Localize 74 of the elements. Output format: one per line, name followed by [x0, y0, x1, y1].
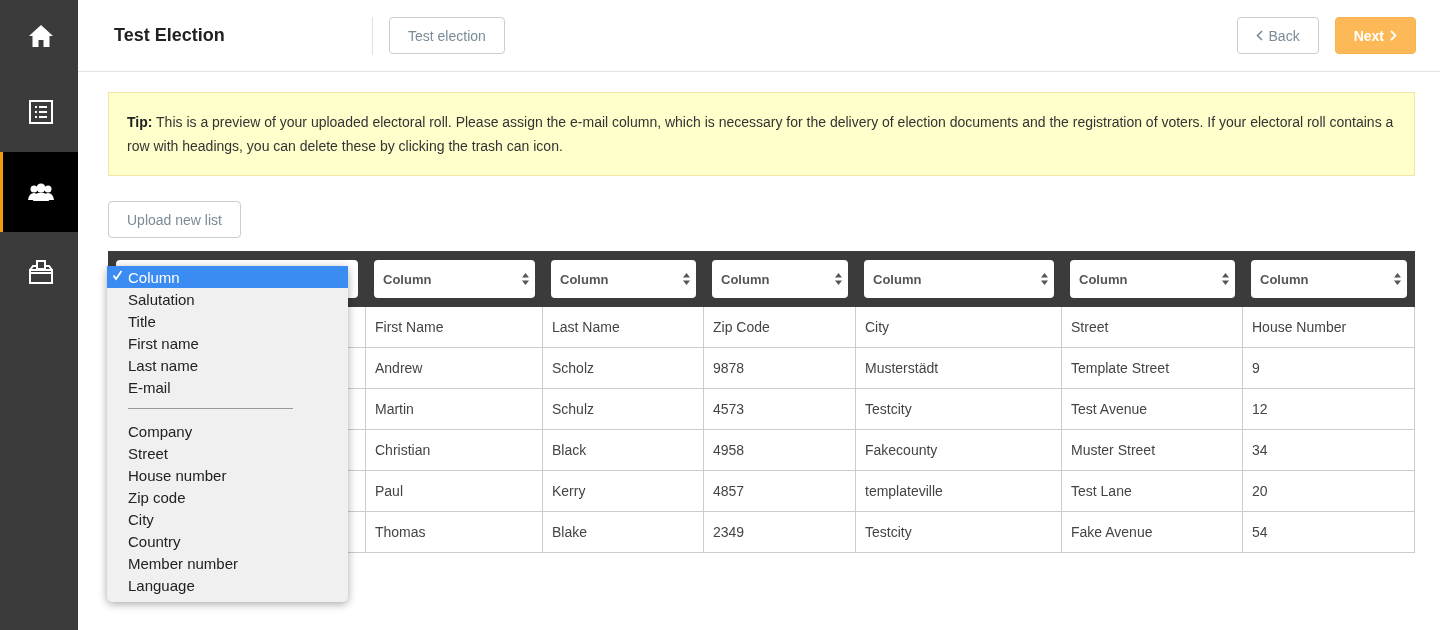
table-cell: Muster Street [1062, 430, 1243, 471]
checkmark-icon [112, 269, 123, 281]
menu-option[interactable]: Country [107, 530, 348, 552]
select-arrows-icon [522, 273, 529, 285]
select-arrows-icon [683, 273, 690, 285]
table-cell: Fakecounty [856, 430, 1062, 471]
column-select[interactable]: Column [1070, 260, 1235, 298]
table-cell: templateville [856, 471, 1062, 512]
menu-option[interactable]: Street [107, 442, 348, 464]
menu-option[interactable]: Salutation [107, 288, 348, 310]
column-select[interactable]: Column [374, 260, 535, 298]
table-cell: Blake [543, 512, 704, 553]
table-cell: Christian [366, 430, 543, 471]
table-cell: Andrew [366, 348, 543, 389]
table-cell: Street [1062, 307, 1243, 348]
chevron-right-icon [1390, 30, 1397, 41]
table-cell: 12 [1243, 389, 1415, 430]
sidebar-item[interactable] [0, 152, 78, 232]
column-select[interactable]: Column [551, 260, 696, 298]
table-cell: Testcity [856, 389, 1062, 430]
table-cell: 4573 [704, 389, 856, 430]
page-title: Test Election [114, 25, 226, 46]
menu-option[interactable]: Last name [107, 354, 348, 376]
table-cell: Zip Code [704, 307, 856, 348]
upload-button[interactable]: Upload new list [108, 201, 241, 238]
menu-option[interactable]: Title [107, 310, 348, 332]
menu-option[interactable]: Company [107, 420, 348, 442]
table-cell: Thomas [366, 512, 543, 553]
table-cell: Schulz [543, 389, 704, 430]
select-arrows-icon [1394, 273, 1401, 285]
table-cell: 34 [1243, 430, 1415, 471]
table-cell: First Name [366, 307, 543, 348]
select-arrows-icon [1041, 273, 1048, 285]
table-cell: Black [543, 430, 704, 471]
table-cell: 54 [1243, 512, 1415, 553]
menu-option[interactable]: Member number [107, 552, 348, 574]
election-button[interactable]: Test election [389, 17, 505, 54]
menu-option[interactable]: E-mail [107, 376, 348, 398]
table-cell: 9 [1243, 348, 1415, 389]
home-icon [27, 24, 54, 48]
table-cell: Testcity [856, 512, 1062, 553]
table-cell: Last Name [543, 307, 704, 348]
table-cell: Test Avenue [1062, 389, 1243, 430]
column-select[interactable]: Column [864, 260, 1054, 298]
menu-option[interactable]: House number [107, 464, 348, 486]
table-cell: Scholz [543, 348, 704, 389]
menu-option[interactable]: Zip code [107, 486, 348, 508]
table-cell: 9878 [704, 348, 856, 389]
table-cell: 2349 [704, 512, 856, 553]
menu-option[interactable]: First name [107, 332, 348, 354]
table-cell: City [856, 307, 1062, 348]
table-cell: Fake Avenue [1062, 512, 1243, 553]
menu-option[interactable]: Language [107, 574, 348, 596]
select-arrows-icon [835, 273, 842, 285]
chevron-left-icon [1255, 30, 1263, 41]
table-cell: Musterstädt [856, 348, 1062, 389]
table-cell: Template Street [1062, 348, 1243, 389]
tip-message: Tip: This is a preview of your uploaded electoral roll. Please assign the e-mail column, which is necessary for the delivery of election documents and the registration of voters. If your electoral roll contains a row with headings, you can delete these by clicking the trash can icon. [108, 92, 1415, 176]
column-select[interactable]: Column [712, 260, 848, 298]
table-cell: Paul [366, 471, 543, 512]
back-button[interactable]: Back [1236, 17, 1319, 54]
table-cell: Kerry [543, 471, 704, 512]
table-cell: 4958 [704, 430, 856, 471]
column-select[interactable]: Column [1251, 260, 1407, 298]
table-cell: Test Lane [1062, 471, 1243, 512]
table-cell: House Number [1243, 307, 1415, 348]
ballot-box-icon [28, 260, 53, 284]
table-cell: 20 [1243, 471, 1415, 512]
list-icon [28, 100, 53, 124]
table-cell: 4857 [704, 471, 856, 512]
select-arrows-icon [1222, 273, 1229, 285]
people-icon [27, 183, 54, 201]
table-cell: Martin [366, 389, 543, 430]
menu-option[interactable]: City [107, 508, 348, 530]
